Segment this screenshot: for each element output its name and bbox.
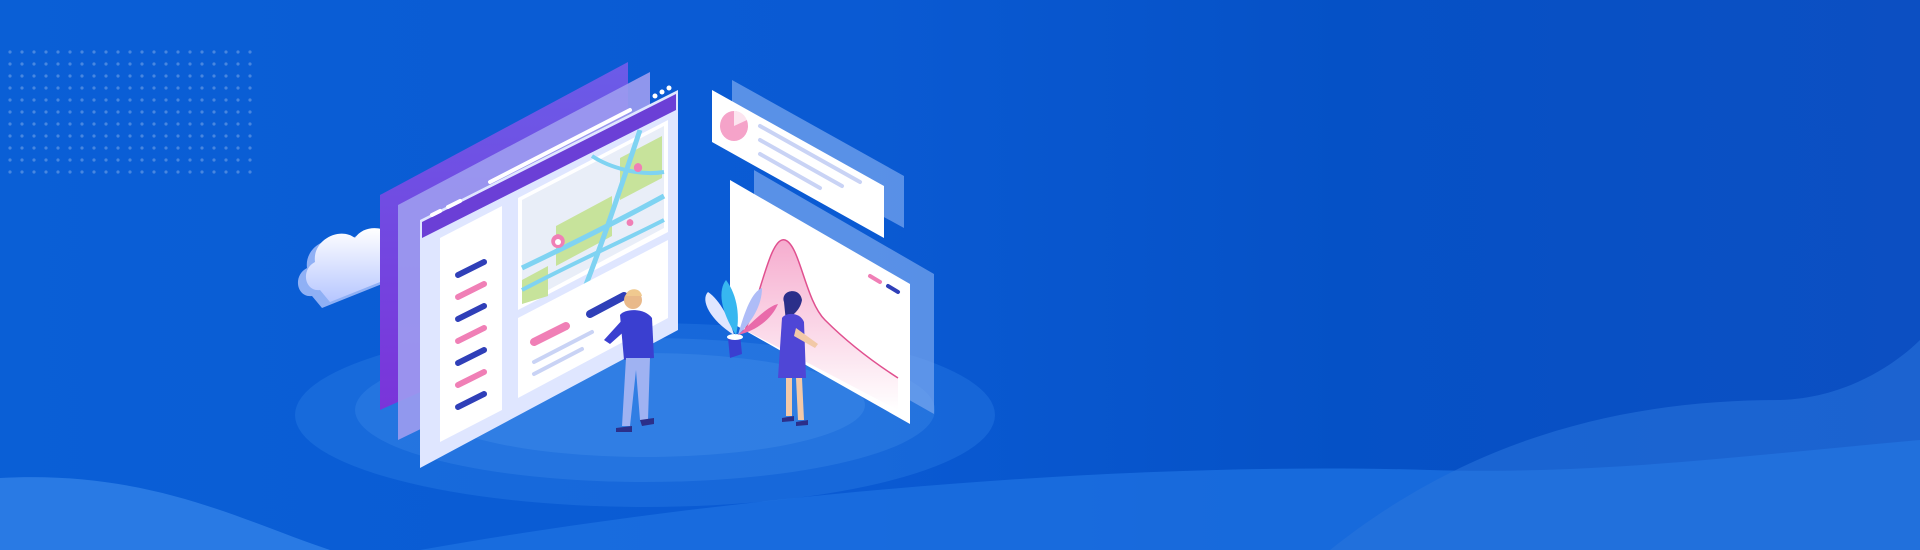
window-dot	[666, 85, 672, 91]
wave-right	[1330, 340, 1920, 550]
wave-back	[0, 477, 330, 550]
sidebar-panel	[440, 206, 502, 442]
dot-pattern	[8, 50, 252, 174]
pie-chart-icon	[720, 110, 748, 141]
hero-banner	[0, 0, 1920, 550]
hero-illustration	[0, 50, 1920, 550]
window-dot	[652, 93, 658, 99]
window-dot	[659, 89, 665, 95]
